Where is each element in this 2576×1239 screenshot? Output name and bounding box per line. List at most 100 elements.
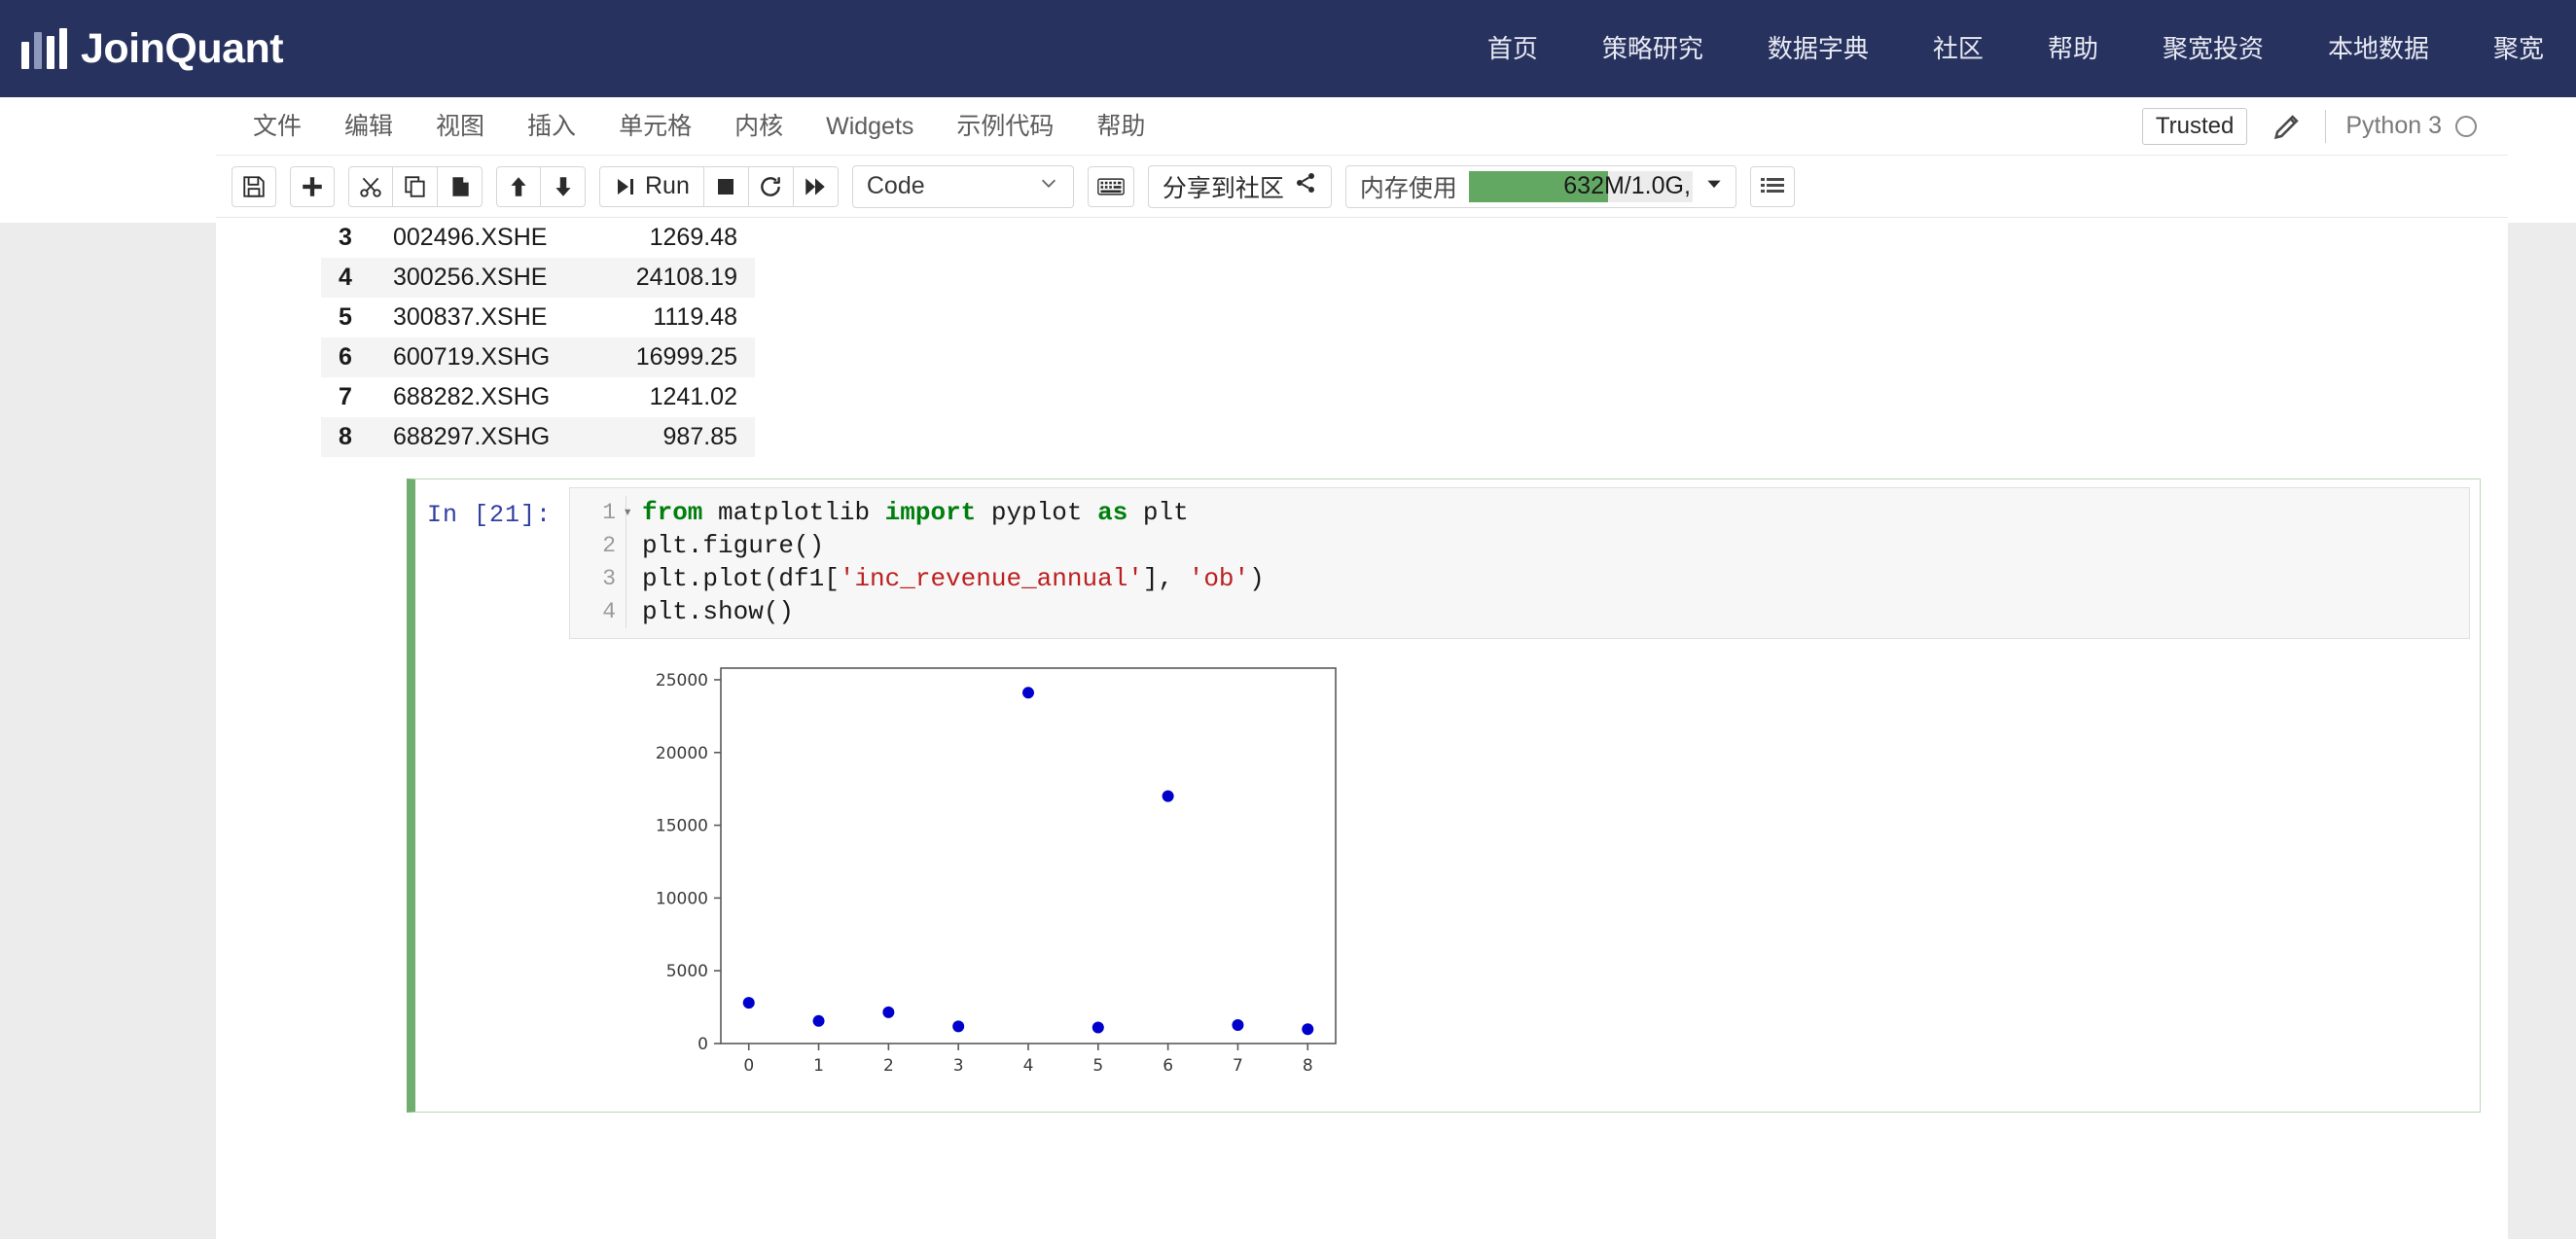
row-index: 7 [339,383,352,410]
move-cell-down-button[interactable] [541,165,586,207]
x-tick-label: 4 [1023,1056,1034,1076]
table-row: 7 688282.XSHG 1241.02 [321,377,755,417]
x-tick-label: 5 [1092,1056,1103,1076]
menu-widgets[interactable]: Widgets [805,97,935,156]
fold-caret-icon[interactable]: ▾ [623,496,632,529]
site-header: JoinQuant 首页 策略研究 数据字典 社区 帮助 聚宽投资 本地数据 聚… [0,0,2576,97]
chevron-down-icon[interactable] [1704,174,1724,198]
nav-item-help[interactable]: 帮助 [2016,0,2130,97]
nav-item-research[interactable]: 策略研究 [1570,0,1735,97]
trusted-badge[interactable]: Trusted [2141,107,2248,145]
code-cell-selected[interactable]: In [21]: 1 ▾ 2 3 4 from matplotlib import… [407,478,2481,1113]
memory-usage-widget[interactable]: 内存使用 632M/1.0G, [1344,164,1736,208]
menu-divider [2325,109,2327,143]
notebook-app: 文件 编辑 视图 插入 单元格 内核 Widgets 示例代码 帮助 Trust… [216,97,2508,1239]
menu-insert[interactable]: 插入 [506,97,597,156]
y-tick-label: 20000 [656,744,708,763]
share-button-label: 分享到社区 [1162,174,1284,202]
menu-kernel[interactable]: 内核 [713,97,805,156]
table-row: 5 300837.XSHE 1119.48 [321,298,755,337]
run-button[interactable]: Run [599,165,704,207]
menu-help[interactable]: 帮助 [1075,97,1166,156]
y-tick-label: 25000 [656,671,708,690]
row-index: 5 [339,303,352,331]
notebook-toolbar: Run Code 分享到社区 内存使用 632M/1.0G, [216,156,2508,218]
nav-item-datadict[interactable]: 数据字典 [1735,0,1901,97]
line-number: 1 ▾ [570,496,632,529]
row-value: 1269.48 [649,224,737,251]
page-right-gutter [2508,97,2576,1239]
joinquant-logo-icon [21,28,67,69]
menu-file[interactable]: 文件 [232,97,323,156]
data-point [882,1006,895,1018]
nav-item-home[interactable]: 首页 [1455,0,1570,97]
command-palette-button[interactable] [1087,165,1134,207]
insert-cell-button[interactable] [290,165,335,207]
kernel-indicator-label: Python 3 [2345,112,2442,139]
nav-item-localdata[interactable]: 本地数据 [2296,0,2461,97]
nav-item-overflow[interactable]: 聚宽 [2461,0,2576,97]
row-code: 300256.XSHE [393,264,548,291]
code-line: from matplotlib import pyplot as plt [642,498,1189,527]
move-cell-up-button[interactable] [496,165,541,207]
x-tick-label: 8 [1303,1056,1313,1076]
share-to-community-button[interactable]: 分享到社区 [1147,164,1332,208]
interrupt-kernel-button[interactable] [703,165,749,207]
toolbar-group-insert [290,165,335,207]
restart-kernel-button[interactable] [748,165,794,207]
row-value: 16999.25 [635,343,737,371]
memory-usage-label: 内存使用 [1359,174,1457,202]
memory-usage-text: 632M/1.0G, [1563,172,1691,199]
menu-bar-right: Trusted Python 3 [2141,97,2508,156]
x-tick-label: 7 [1233,1056,1243,1076]
data-point [1091,1021,1104,1034]
row-code: 002496.XSHE [393,224,548,251]
toolbar-group-palette [1087,165,1134,207]
table-of-contents-button[interactable] [1749,165,1795,207]
menu-examples[interactable]: 示例代码 [935,97,1075,156]
row-index: 4 [339,264,352,291]
menu-cell[interactable]: 单元格 [597,97,713,156]
code-text[interactable]: from matplotlib import pyplot as plt plt.… [626,496,1265,628]
y-tick-label: 0 [698,1035,708,1054]
code-editor[interactable]: 1 ▾ 2 3 4 from matplotlib import pyplot a… [569,487,2470,639]
code-line: plt.plot(df1['inc_revenue_annual'], 'ob'… [642,564,1265,593]
share-icon [1294,171,1317,201]
y-tick-label: 15000 [656,817,708,836]
brand-name: JoinQuant [81,24,284,72]
table-row: 3 002496.XSHE 1269.48 [321,218,755,258]
data-point [1302,1023,1314,1036]
line-number: 3 [602,566,616,591]
cell-execution-prompt: In [21]: [426,501,552,529]
nav-item-invest[interactable]: 聚宽投资 [2130,0,2296,97]
kernel-idle-icon[interactable] [2455,115,2477,137]
copy-button[interactable] [393,165,438,207]
data-point [1232,1019,1244,1032]
toolbar-group-move [496,165,586,207]
table-row: 4 300256.XSHE 24108.19 [321,258,755,298]
restart-and-run-all-button[interactable] [793,165,839,207]
line-number-gutter: 1 ▾ 2 3 4 [570,496,632,628]
line-number: 4 [602,599,616,624]
code-line: plt.figure() [642,531,825,560]
brand-logo[interactable]: JoinQuant [21,24,284,73]
menu-edit[interactable]: 编辑 [323,97,414,156]
save-button[interactable] [232,165,276,207]
cell-type-value: Code [866,172,925,199]
row-value: 1119.48 [653,303,737,331]
data-point [1022,687,1034,699]
table-row: 8 688297.XSHG 987.85 [321,417,755,457]
cell-type-select[interactable]: Code [851,164,1074,208]
row-index: 3 [339,224,352,251]
row-code: 600719.XSHG [393,343,551,371]
table-row: 6 600719.XSHG 16999.25 [321,337,755,377]
row-index: 8 [339,423,352,450]
notebook-scroll-area[interactable]: 3 002496.XSHE 1269.48 4 300256.XSHE 2410… [216,218,2508,1239]
toolbar-group-toc [1749,165,1795,207]
paste-button[interactable] [438,165,483,207]
nav-item-community[interactable]: 社区 [1901,0,2016,97]
plot-output: 0 5000 10000 15000 20000 25000 0 1 2 3 4 5 6 7 8 [425,639,2470,1102]
edit-pencil-icon[interactable] [2271,110,2304,143]
menu-view[interactable]: 视图 [414,97,506,156]
cut-button[interactable] [348,165,393,207]
